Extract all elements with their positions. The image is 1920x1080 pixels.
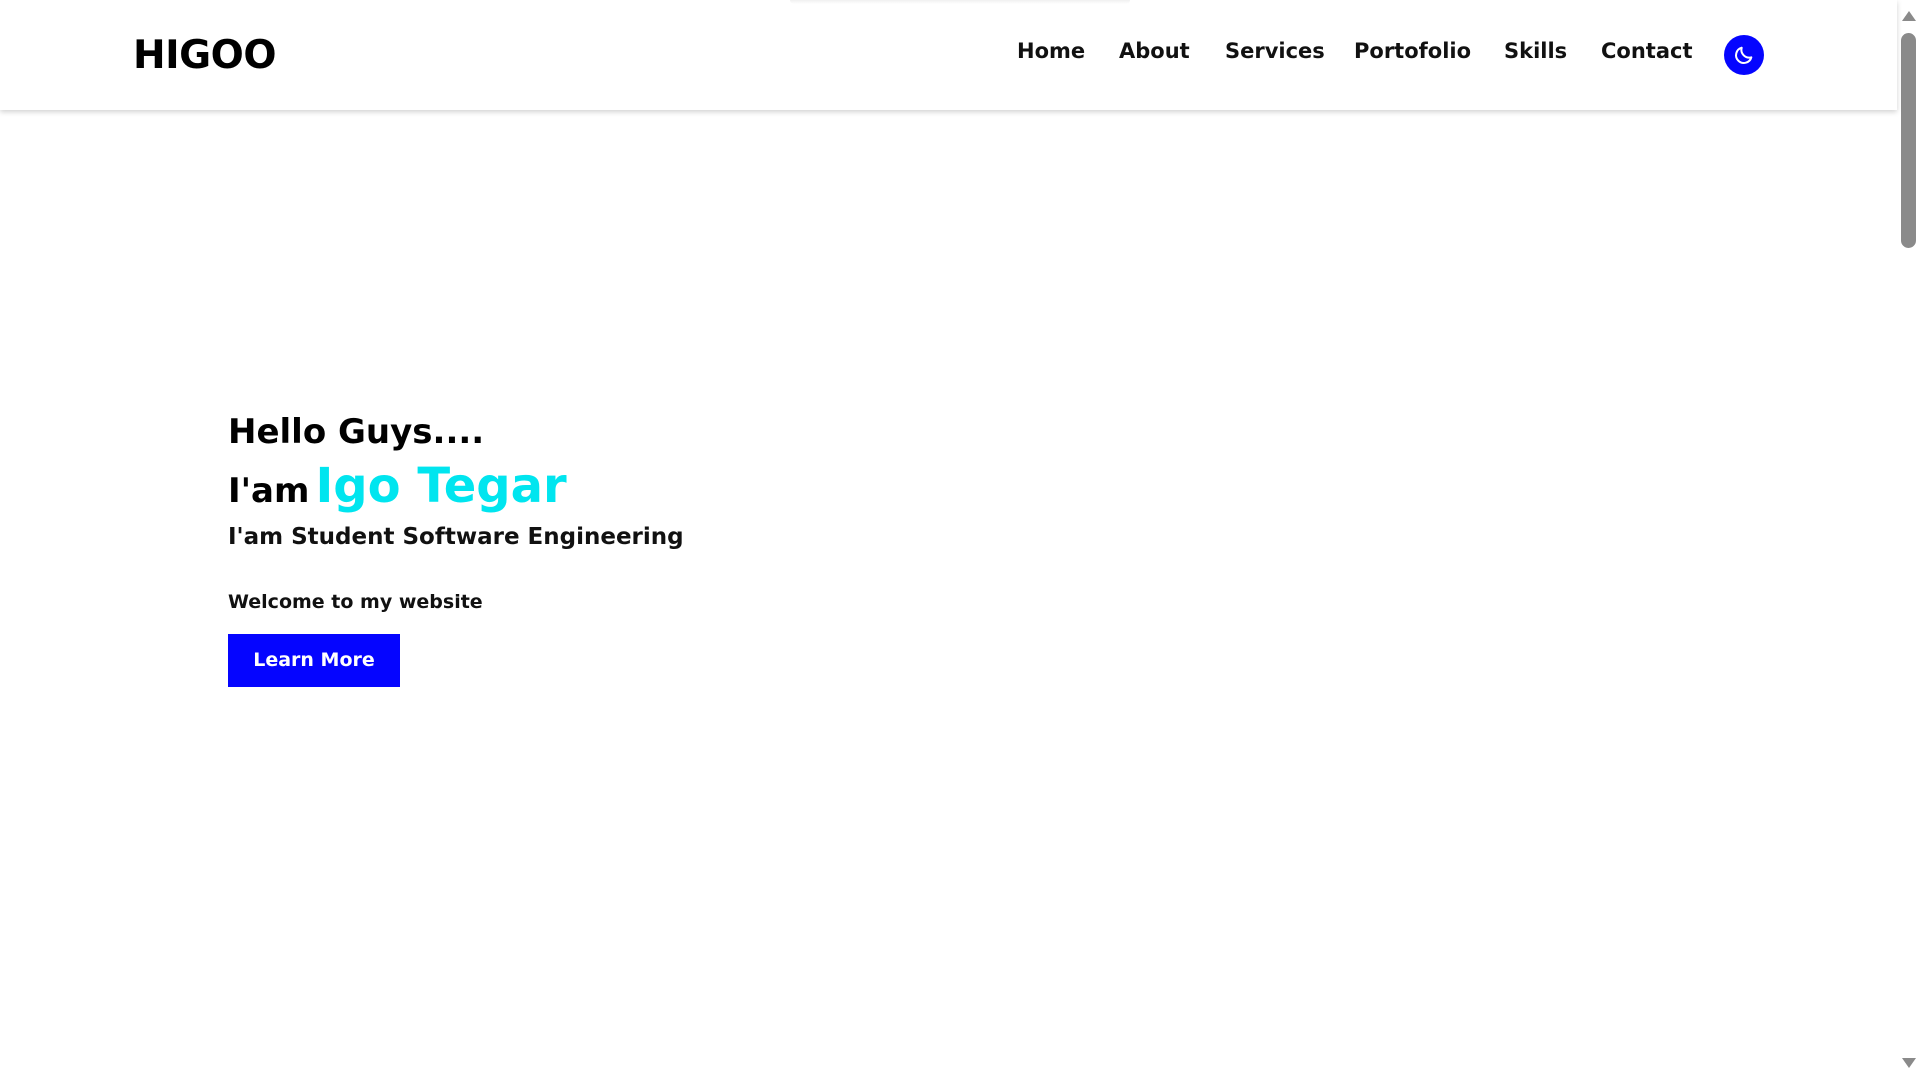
moon-icon — [1735, 46, 1753, 64]
hero-role: I'am Student Software Engineering — [228, 524, 684, 550]
navbar: HIGOO Home About Services Portofolio Ski… — [0, 0, 1897, 110]
scroll-up-arrow-icon[interactable] — [1902, 11, 1916, 21]
hero-greeting: Hello Guys.... — [228, 412, 485, 452]
hero-welcome-text: Welcome to my website — [228, 591, 483, 613]
hero-intro: I'am Igo Tegar — [228, 458, 567, 519]
nav-link-home[interactable]: Home — [1017, 36, 1085, 66]
learn-more-button[interactable]: Learn More — [228, 634, 400, 687]
nav-link-services[interactable]: Services — [1225, 36, 1325, 66]
hero-intro-prefix: I'am — [228, 471, 310, 511]
nav-link-contact[interactable]: Contact — [1601, 36, 1693, 66]
hero-name: Igo Tegar — [315, 458, 567, 514]
top-shadow-decoration — [790, 0, 1130, 4]
scroll-down-arrow-icon[interactable] — [1902, 1058, 1916, 1068]
theme-toggle-button[interactable] — [1724, 35, 1764, 75]
nav-link-portofolio[interactable]: Portofolio — [1354, 36, 1471, 66]
site-logo[interactable]: HIGOO — [133, 32, 276, 80]
scrollbar-thumb[interactable] — [1901, 33, 1916, 248]
vertical-scrollbar[interactable] — [1897, 0, 1920, 1080]
nav-link-skills[interactable]: Skills — [1504, 36, 1567, 66]
page: HIGOO Home About Services Portofolio Ski… — [0, 0, 1920, 1080]
nav-link-about[interactable]: About — [1119, 36, 1190, 66]
